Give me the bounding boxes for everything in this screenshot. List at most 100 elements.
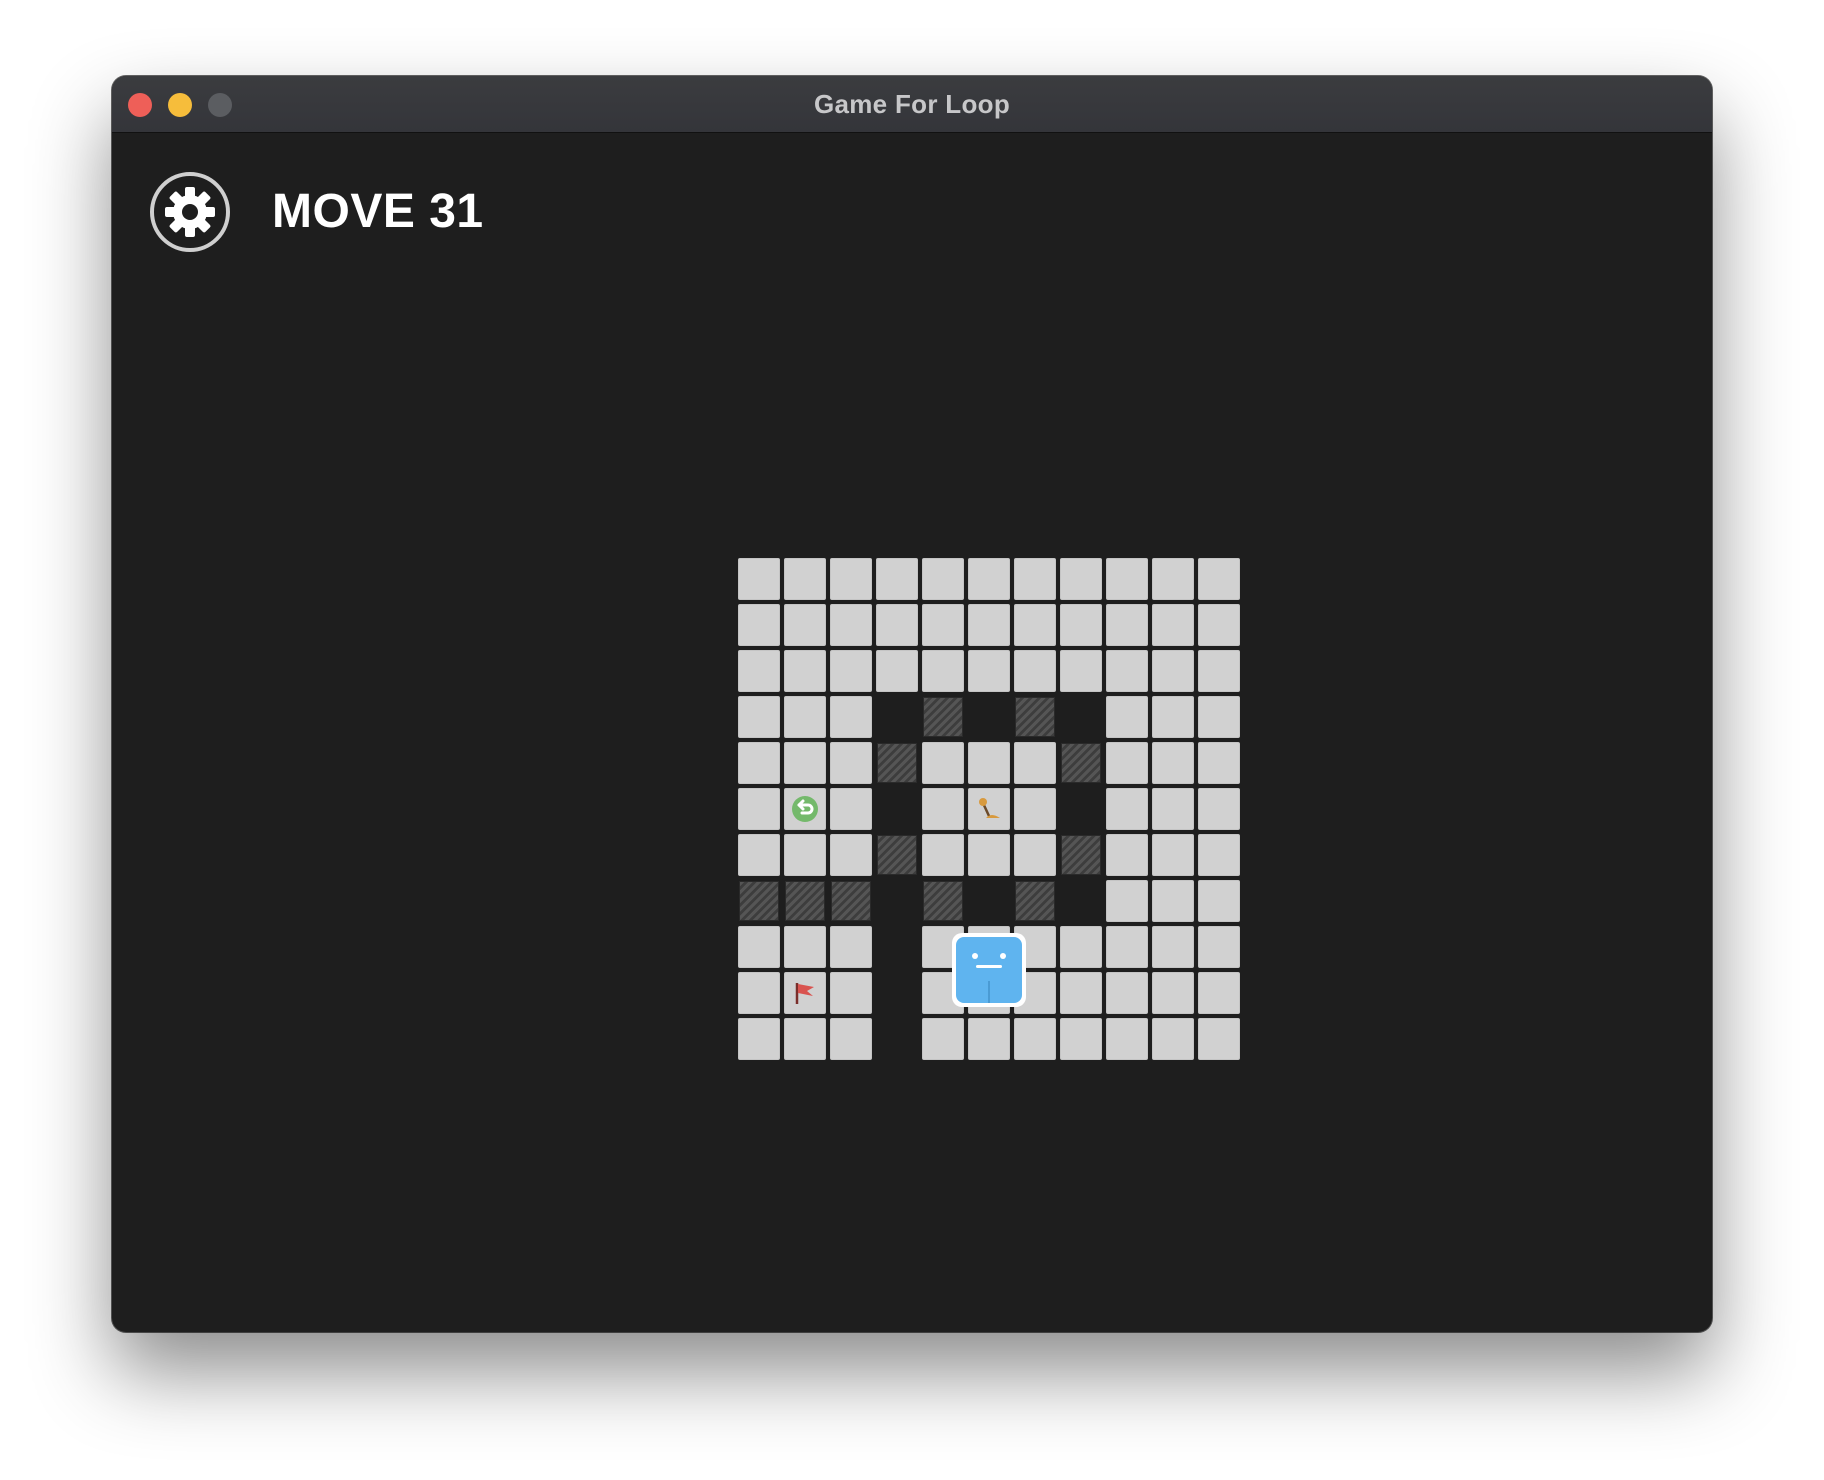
floor-tile [784,558,826,600]
floor-tile [968,558,1010,600]
floor-tile [1198,926,1240,968]
player-character[interactable] [952,933,1026,1007]
floor-tile [1060,558,1102,600]
game-window: Game For Loop MOVE 31 [112,76,1712,1332]
floor-tile [1106,696,1148,738]
floor-tile [1014,788,1056,830]
floor-tile [968,834,1010,876]
floor-tile [922,742,964,784]
floor-tile [1060,604,1102,646]
floor-tile [1106,604,1148,646]
floor-tile [784,926,826,968]
wall-block [1061,835,1101,875]
floor-tile [738,972,780,1014]
wall-block [1061,743,1101,783]
floor-tile [1198,880,1240,922]
floor-tile [922,558,964,600]
floor-tile [738,558,780,600]
floor-tile [922,834,964,876]
floor-tile [784,696,826,738]
game-board[interactable] [736,556,1242,1062]
title-bar[interactable]: Game For Loop [112,76,1712,133]
floor-tile [968,604,1010,646]
wall-block [923,697,963,737]
settings-button[interactable] [150,172,230,252]
floor-tile [1198,1018,1240,1060]
floor-tile [1106,880,1148,922]
floor-tile [1060,972,1102,1014]
loop-return-icon [782,786,828,832]
floor-tile [830,558,872,600]
floor-tile [1060,1018,1102,1060]
floor-tile [1060,926,1102,968]
floor-tile [1152,650,1194,692]
floor-tile [922,788,964,830]
floor-tile [1198,558,1240,600]
wall-block [923,881,963,921]
floor-tile [1106,972,1148,1014]
floor-tile [968,1018,1010,1060]
floor-tile [1106,1018,1148,1060]
floor-tile [1152,696,1194,738]
floor-tile [1014,834,1056,876]
floor-tile [1152,926,1194,968]
floor-tile [968,742,1010,784]
wall-block [877,835,917,875]
floor-tile [876,558,918,600]
floor-tile [1014,604,1056,646]
floor-tile [1014,1018,1056,1060]
floor-tile [738,742,780,784]
lever-icon [966,786,1012,832]
floor-tile [738,604,780,646]
floor-tile [784,834,826,876]
floor-tile [876,604,918,646]
floor-tile [1106,742,1148,784]
floor-tile [1106,558,1148,600]
flag-icon [782,970,828,1016]
window-title: Game For Loop [813,89,1011,119]
floor-tile [1106,926,1148,968]
floor-tile [830,696,872,738]
floor-tile [830,650,872,692]
floor-tile [1106,834,1148,876]
floor-tile [1152,788,1194,830]
floor-tile [876,650,918,692]
floor-tile [1198,650,1240,692]
floor-tile [784,1018,826,1060]
floor-tile [1106,650,1148,692]
wall-block [877,743,917,783]
floor-tile [1198,972,1240,1014]
floor-tile [1152,972,1194,1014]
floor-tile [830,604,872,646]
floor-tile [830,788,872,830]
move-counter: MOVE 31 [272,185,484,238]
floor-tile [784,604,826,646]
floor-tile [1198,834,1240,876]
floor-tile [922,604,964,646]
floor-tile [1152,880,1194,922]
floor-tile [830,742,872,784]
floor-tile [1152,558,1194,600]
floor-tile [1014,650,1056,692]
floor-tile [922,1018,964,1060]
wall-block [785,881,825,921]
wall-block [831,881,871,921]
floor-tile [738,650,780,692]
wall-block [1015,881,1055,921]
floor-tile [784,742,826,784]
floor-tile [1152,742,1194,784]
floor-tile [830,926,872,968]
floor-tile [1106,788,1148,830]
floor-tile [1014,742,1056,784]
wall-block [1015,697,1055,737]
floor-tile [1198,742,1240,784]
floor-tile [738,926,780,968]
floor-tile [1152,834,1194,876]
floor-tile [1198,696,1240,738]
wall-block [739,881,779,921]
floor-tile [1152,1018,1194,1060]
floor-tile [1198,788,1240,830]
floor-tile [738,1018,780,1060]
floor-tile [830,834,872,876]
floor-tile [830,1018,872,1060]
